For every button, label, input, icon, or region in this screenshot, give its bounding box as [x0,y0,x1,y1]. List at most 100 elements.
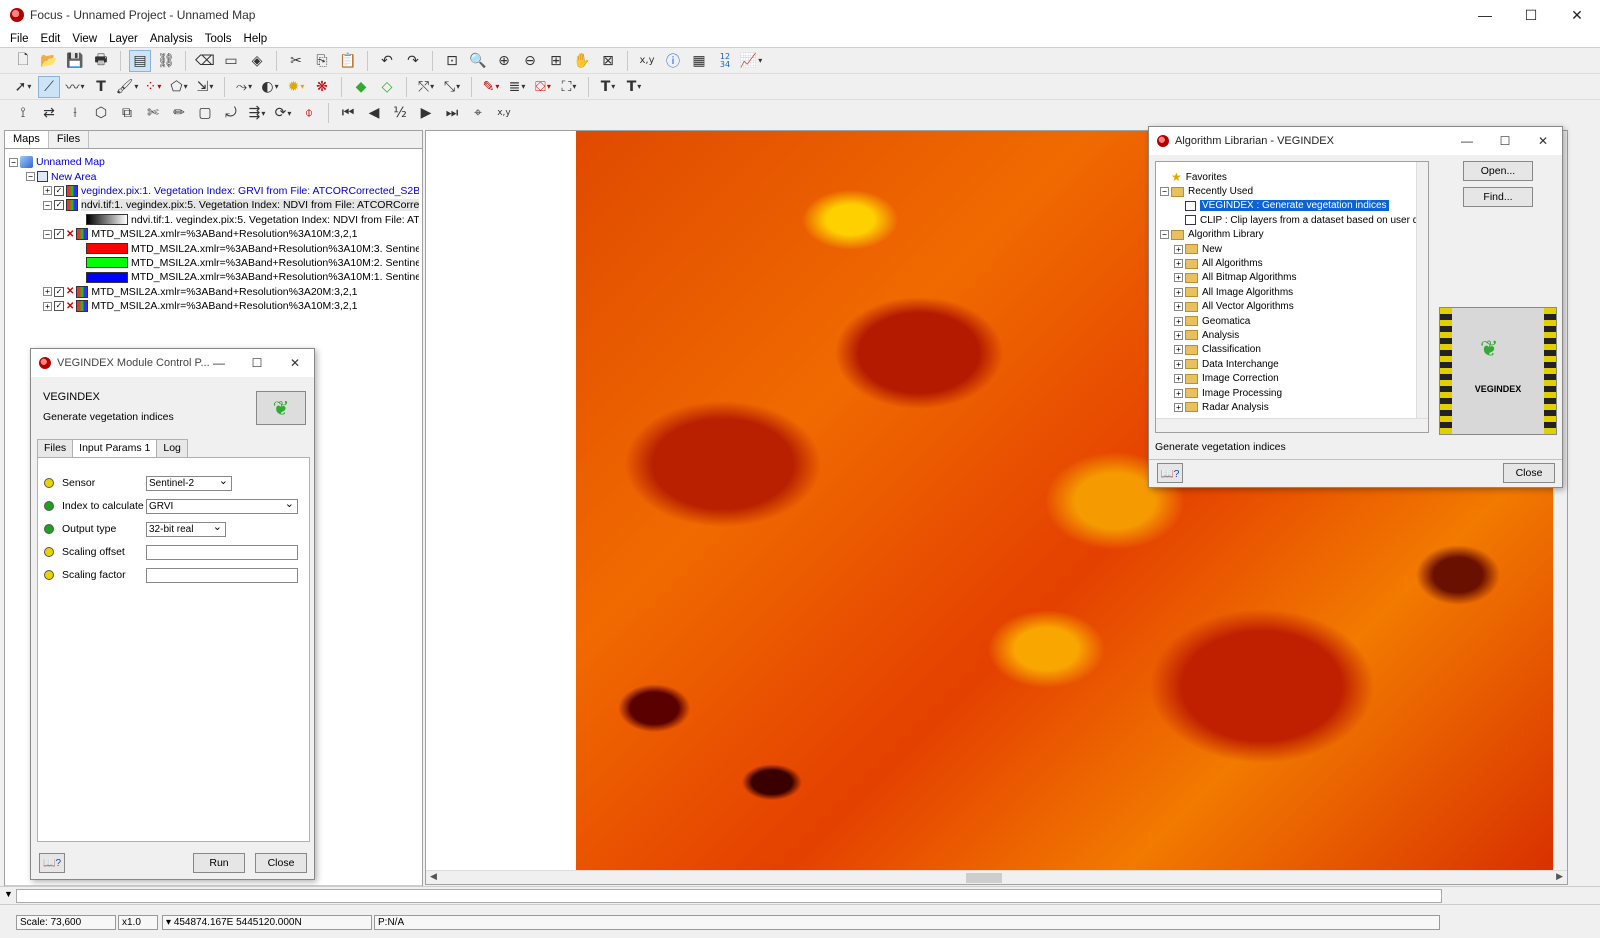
point-symbol-icon[interactable]: ◐ [259,76,281,98]
find-button[interactable]: Find... [1463,187,1533,207]
line-weight-icon[interactable]: ≣ [506,76,528,98]
layer-tree-item[interactable]: + ✓ vegindex.pix:1. Vegetation Index: GRVI… [9,184,419,198]
algorithm-tree-item[interactable]: VEGINDEX : Generate vegetation indices [1156,199,1428,213]
properties-icon[interactable]: ▤ [129,49,151,72]
undo-icon[interactable]: ↶ [376,50,398,72]
expand-icon[interactable]: + [43,186,52,196]
rgb-icon[interactable]: ❋ [311,76,333,98]
algorithm-tree-item[interactable]: + Image Processing [1156,386,1428,400]
numbers-icon[interactable]: 12 34 [714,50,736,72]
half-icon[interactable]: ½ [389,102,411,124]
layer-tree-item[interactable]: − New Area [9,169,419,183]
info-icon[interactable]: ⓘ [662,50,684,72]
chart-icon[interactable]: 📈 [740,50,762,72]
text-tool-icon[interactable]: T [90,76,112,98]
mirror-icon[interactable]: ⌽ [298,102,320,124]
edit-node-icon[interactable]: ⟟ [12,102,34,124]
tab-input-params[interactable]: Input Params 1 [72,439,158,458]
scissors-line-icon[interactable]: ✄ [142,102,164,124]
eraser-icon[interactable]: ⌫ [194,50,216,72]
collapse-icon[interactable]: − [26,172,35,182]
close-button[interactable]: ✕ [1524,127,1562,155]
polyline-icon[interactable]: 〰 [64,76,86,98]
save-icon[interactable]: 💾 [64,50,86,72]
xy-edit-icon[interactable]: x,y [493,102,515,124]
layers-icon[interactable]: ◈ [246,50,268,72]
grid-points-icon[interactable]: ⁘ [142,76,164,98]
layer-tree-item[interactable]: ndvi.tif:1. vegindex.pix:5. Vegetation I… [9,213,419,227]
select-cursor-icon[interactable]: ⇲ [194,76,216,98]
collapse-icon[interactable]: − [1160,187,1169,197]
algorithm-tree-item[interactable]: + Image Correction [1156,371,1428,385]
menu-help[interactable]: Help [238,30,274,47]
layer-tree-item[interactable]: MTD_MSIL2A.xmlr=%3ABand+Resolution%3A10M… [9,241,419,255]
layer-tree-item[interactable]: + ✓ ✕ MTD_MSIL2A.xmlr=%3ABand+Resolution%3A… [9,299,419,313]
collapse-icon[interactable]: − [43,229,52,239]
collapse-icon[interactable]: − [9,157,18,167]
param-dropdown[interactable]: 32-bit real [146,520,226,537]
zoom-box-icon[interactable]: 🔍 [467,50,489,72]
brush-icon[interactable]: 🖌 [116,76,138,98]
table-icon[interactable]: ▦ [688,50,710,72]
print-icon[interactable]: 🖶 [90,50,112,72]
fill-color-icon[interactable]: ⛋ [532,76,554,98]
layer-stack-icon[interactable]: ◆ [350,76,372,98]
link-icon[interactable]: ⛓ [155,50,177,72]
cut-icon[interactable]: ✂ [285,50,307,72]
window-icon[interactable]: ▭ [220,50,242,72]
text-style-icon[interactable]: T [623,76,645,98]
last-record-icon[interactable]: ⏭ [441,102,463,124]
expand-icon[interactable]: + [1174,316,1183,326]
tab-maps[interactable]: Maps [5,131,49,148]
minimize-button[interactable]: — [200,349,238,377]
reshape-icon[interactable]: ⤾ [220,102,242,124]
arrow-style-icon[interactable]: ⤡ [441,76,463,98]
vector-edit-icon[interactable]: ⤳ [233,76,255,98]
merge-icon[interactable]: ⧉ [116,102,138,124]
shape-icon[interactable]: ⬠ [168,76,190,98]
menu-analysis[interactable]: Analysis [144,30,199,47]
offset-icon[interactable]: ⇶ [246,102,268,124]
algorithm-tree-item[interactable]: ★ Favorites [1156,170,1428,184]
vertical-scrollbar[interactable] [1416,162,1428,420]
visibility-checkbox[interactable]: ✓ [54,185,64,196]
expand-icon[interactable]: + [43,287,52,297]
collapse-icon[interactable]: − [1160,230,1169,240]
expand-icon[interactable]: + [1174,302,1183,312]
copy-icon[interactable]: ⎘ [311,50,333,72]
color-swatch[interactable] [86,243,128,255]
open-button[interactable]: Open... [1463,161,1533,181]
layer-tree-item[interactable]: + ✓ ✕ MTD_MSIL2A.xmlr=%3ABand+Resolution%3A… [9,285,419,299]
chevron-down-icon[interactable]: ▼ [4,889,13,899]
zoom-layer-icon[interactable]: ⊠ [597,50,619,72]
pan-hand-icon[interactable]: ✋ [571,50,593,72]
algorithm-tree-item[interactable]: + Geomatica [1156,314,1428,328]
expand-icon[interactable]: + [1174,402,1183,412]
algorithm-tree-item[interactable]: + Analysis [1156,328,1428,342]
maximize-button[interactable]: ☐ [238,349,276,377]
color-swatch[interactable] [86,214,128,226]
help-button[interactable]: 📖? [1157,463,1183,483]
visibility-checkbox[interactable]: ✓ [54,229,64,240]
flip-icon[interactable]: ⇄ [38,102,60,124]
expand-icon[interactable]: + [1174,374,1183,384]
rect-select-icon[interactable]: ▢ [194,102,216,124]
algorithm-tree-item[interactable]: + All Image Algorithms [1156,285,1428,299]
visibility-checkbox[interactable]: ✓ [54,200,64,211]
maximize-button[interactable]: ☐ [1486,127,1524,155]
menu-view[interactable]: View [66,30,103,47]
new-file-icon[interactable]: 🗋 [12,50,34,72]
algorithm-tree-item[interactable]: + All Bitmap Algorithms [1156,271,1428,285]
paste-icon[interactable]: 📋 [337,50,359,72]
expand-icon[interactable]: + [43,301,52,311]
algorithm-tree-item[interactable]: + New [1156,242,1428,256]
first-record-icon[interactable]: ⏮ [337,102,359,124]
expand-icon[interactable]: + [1174,244,1183,254]
minimize-button[interactable]: — [1448,127,1486,155]
algorithm-tree-item[interactable]: + All Vector Algorithms [1156,300,1428,314]
visibility-checkbox[interactable]: ✓ [54,286,64,297]
snap-icon[interactable]: ⌖ [467,102,489,124]
layer-tree-item[interactable]: MTD_MSIL2A.xmlr=%3ABand+Resolution%3A10M… [9,256,419,270]
param-text-field[interactable] [146,544,298,560]
algorithm-tree-item[interactable]: + Radar Analysis [1156,400,1428,414]
